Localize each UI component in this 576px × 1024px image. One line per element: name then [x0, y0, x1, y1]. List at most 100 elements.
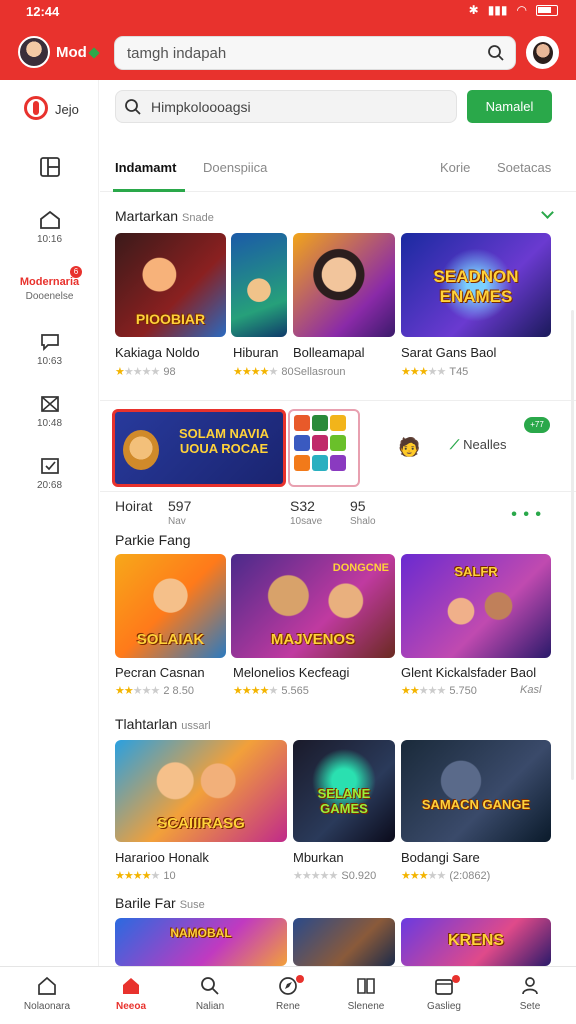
game-title[interactable]: Bolleamapal	[293, 345, 365, 360]
sidebar-item-mail[interactable]: 10:48	[0, 394, 99, 429]
nav-item-active[interactable]: Neeoa	[91, 975, 171, 1012]
stat-item: S32 10save	[290, 498, 323, 527]
card-tag: DONGCNE	[332, 562, 389, 574]
chat-icon	[40, 334, 59, 352]
promo-banner[interactable]: SOLAM NAVIA UOUA ROCAE	[112, 409, 286, 487]
more-icon[interactable]: • • •	[511, 506, 542, 524]
star-rating-icon: ★★★★★	[115, 870, 160, 882]
app-screen: 12:44 ✱ ▮▮▮ ◠ Mod tamgh indapah Jejo 10:…	[0, 0, 576, 1024]
home-icon	[38, 976, 56, 995]
star-rating-icon: ★★★★★	[233, 685, 278, 697]
sidebar-item-home[interactable]: 10:16	[0, 210, 99, 245]
star-rating-icon: ★★★★★	[401, 366, 446, 378]
sidebar: Jejo 10:16 6 Modernaria Dooenelse 10:63 …	[0, 80, 99, 966]
user-name[interactable]: Mod	[56, 44, 100, 61]
star-rating-icon: ★★★★★	[233, 366, 278, 378]
nav-item-home[interactable]: Nolaonara	[7, 975, 87, 1012]
tab-active-indicator	[113, 189, 185, 192]
nav-item-profile[interactable]: Sete	[490, 975, 570, 1012]
section-title: Tlahtarlan ussarl	[115, 716, 211, 732]
mail-icon	[40, 396, 59, 412]
sidebar-active-sublabel: Dooenelse	[25, 291, 74, 302]
sidebar-item-active[interactable]: 6 Modernaria Dooenelse	[0, 266, 99, 302]
nav-item-search[interactable]: Nalian	[170, 975, 250, 1012]
bluetooth-icon: ✱	[468, 3, 479, 17]
game-title[interactable]: Hararioo Honalk	[115, 850, 209, 865]
game-extra: Kasl	[520, 684, 542, 696]
header-search-placeholder: tamgh indapah	[127, 45, 227, 62]
notification-dot	[296, 975, 304, 983]
game-card[interactable]: MAJVENOS DONGCNE	[231, 554, 395, 658]
tab-korie[interactable]: Korie	[440, 160, 470, 175]
game-card[interactable]: SELANE GAMES	[293, 740, 395, 842]
game-title[interactable]: Hiburan	[233, 345, 279, 360]
status-time: 12:44	[26, 4, 60, 19]
user-avatar[interactable]	[18, 36, 50, 68]
sidebar-item-layout[interactable]	[0, 156, 99, 182]
search-icon	[201, 977, 219, 995]
tab-indamamt[interactable]: Indamamt	[115, 160, 176, 175]
main-content: Himpkoloooagsi Namalel Indamamt Doenspii…	[100, 80, 576, 966]
stat-item: Hoirat	[115, 498, 153, 514]
game-rating: ★★★★★ 5.565	[233, 685, 309, 697]
section-title: Barile Far Suse	[115, 895, 205, 911]
search-icon[interactable]	[487, 44, 505, 62]
nav-item-book[interactable]: Slenene	[326, 975, 406, 1012]
game-title[interactable]: Bodangi Sare	[401, 850, 480, 865]
game-card[interactable]: SAMACN GANGE	[401, 740, 551, 842]
nav-item-compass[interactable]: Rene	[248, 975, 328, 1012]
section-title: Martarkan Snade	[115, 208, 214, 224]
game-title[interactable]: Glent Kickalsfader Baol	[401, 665, 536, 680]
header-search-input[interactable]: tamgh indapah	[114, 36, 516, 70]
tab-soetacas[interactable]: Soetacas	[497, 160, 551, 175]
game-title[interactable]: Sarat Gans Baol	[401, 345, 496, 360]
game-card[interactable]: NAMOBAL	[115, 918, 287, 966]
battery-icon	[536, 4, 558, 16]
book-icon	[357, 978, 375, 994]
game-title[interactable]: Mburkan	[293, 850, 344, 865]
game-card[interactable]: KRENS	[401, 918, 551, 966]
green-action-button[interactable]: Namalel	[467, 90, 552, 123]
game-rating: ★★★★★ 10	[115, 870, 176, 882]
app-logo-icon[interactable]	[24, 96, 48, 120]
game-card[interactable]: SEADNON ENAMES	[401, 233, 551, 337]
game-card[interactable]	[293, 233, 395, 337]
notification-dot	[452, 975, 460, 983]
content-search-placeholder: Himpkoloooagsi	[151, 99, 251, 115]
profile-avatar[interactable]	[526, 36, 559, 69]
game-title[interactable]: Melonelios Kecfeagi	[233, 665, 349, 680]
person-icon	[522, 977, 538, 995]
game-title[interactable]: Kakiaga Noldo	[115, 345, 200, 360]
sidebar-active-label: Modernaria	[19, 276, 80, 288]
game-rating: ★★★★★ S0.920	[293, 870, 377, 882]
stat-item: 597 Nav	[168, 498, 192, 527]
promo-thumbnail[interactable]	[288, 409, 360, 487]
content-search-input[interactable]: Himpkoloooagsi	[115, 90, 457, 123]
chevron-down-icon[interactable]	[541, 206, 554, 219]
header-bar: 12:44 ✱ ▮▮▮ ◠ Mod tamgh indapah	[0, 0, 576, 80]
game-title[interactable]: Pecran Casnan	[115, 665, 205, 680]
promo-link[interactable]: ⟋ Nealles	[450, 437, 506, 453]
scrollbar[interactable]	[571, 310, 574, 780]
wifi-icon: ◠	[516, 3, 527, 17]
game-card[interactable]	[231, 233, 287, 337]
layout-icon	[39, 157, 60, 177]
signal-icon: ▮▮▮	[487, 3, 508, 17]
stat-item: 95 Shalo	[350, 498, 376, 527]
status-bar: 12:44 ✱ ▮▮▮ ◠	[0, 0, 576, 24]
nav-item-calendar[interactable]: Gaslieg	[404, 975, 484, 1012]
tab-doenspiica[interactable]: Doenspiica	[203, 160, 267, 175]
sidebar-logo-label: Jejo	[55, 102, 79, 117]
game-card[interactable]: PIOOBIAR	[115, 233, 226, 337]
ticket-icon	[40, 458, 59, 474]
game-card[interactable]	[293, 918, 395, 966]
sidebar-item-ticket[interactable]: 20:68	[0, 456, 99, 491]
person-icon: 🧑	[398, 437, 421, 457]
star-rating-icon: ★★★★★	[115, 685, 160, 697]
game-card[interactable]: SCAIIIRASG	[115, 740, 287, 842]
sidebar-item-chat[interactable]: 10:63	[0, 332, 99, 367]
game-card[interactable]: SALFR	[401, 554, 551, 658]
game-rating: ★★★★★ (2:0862)	[401, 870, 491, 882]
online-indicator-icon	[88, 47, 100, 59]
game-card[interactable]: SOLAIAK	[115, 554, 226, 658]
